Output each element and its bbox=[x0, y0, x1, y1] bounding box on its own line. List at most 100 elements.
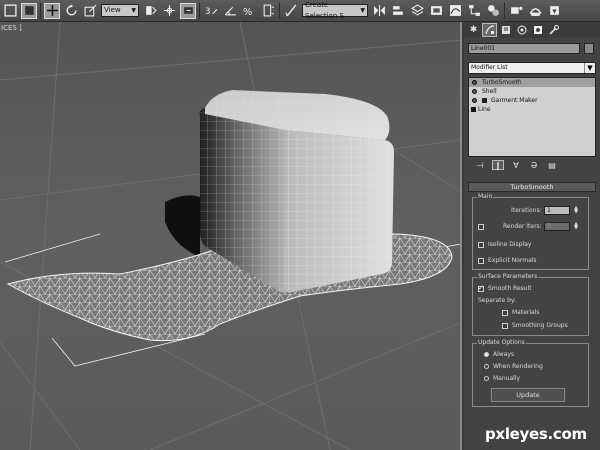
materials-checkbox[interactable] bbox=[502, 310, 508, 316]
named-selection-set-select[interactable]: Create Selection S ▼ bbox=[302, 1, 368, 20]
render-setup-icon[interactable] bbox=[508, 3, 524, 19]
show-end-result-icon[interactable]: ‖ bbox=[492, 160, 504, 170]
mirror-icon[interactable] bbox=[371, 3, 387, 19]
spinner-arrows-icon[interactable]: ▲ ▼ bbox=[573, 206, 579, 215]
graphite-modeling-tools-icon[interactable] bbox=[428, 3, 444, 19]
object-color-swatch[interactable] bbox=[584, 43, 594, 54]
modifier-stack-toolbar: ⊣ ‖ ∀ Ə ▤ bbox=[470, 158, 596, 172]
always-radio[interactable] bbox=[484, 352, 489, 357]
render-iters-spinner[interactable]: 0 bbox=[544, 222, 570, 231]
isoline-display-checkbox[interactable] bbox=[478, 242, 484, 248]
turbosmooth-rollout-header[interactable]: TurboSmooth bbox=[468, 182, 596, 192]
light-bulb-icon[interactable] bbox=[472, 98, 477, 103]
main-group-title: Main bbox=[477, 193, 494, 201]
always-label: Always bbox=[493, 351, 515, 358]
render-production-icon[interactable] bbox=[546, 3, 562, 19]
modifier-list-label: Modifier List bbox=[471, 64, 508, 71]
render-iters-checkbox[interactable] bbox=[478, 224, 484, 230]
perspective-viewport[interactable]: ICES ] bbox=[0, 22, 462, 450]
isoline-display-label: Isoline Display bbox=[488, 241, 532, 248]
toolbar-divider bbox=[279, 2, 280, 19]
percent-snap-icon[interactable]: % bbox=[241, 3, 257, 19]
select-region-icon[interactable] bbox=[21, 2, 37, 19]
toolbar-divider bbox=[504, 2, 505, 19]
command-panel-tabs: ✱ bbox=[464, 22, 600, 38]
viewport-label[interactable]: ICES ] bbox=[1, 24, 22, 32]
chevron-down-icon: ▼ bbox=[131, 7, 136, 14]
motion-tab-icon[interactable] bbox=[514, 23, 529, 37]
when-rendering-radio[interactable] bbox=[484, 364, 489, 369]
curve-editor-icon[interactable] bbox=[447, 3, 463, 19]
angle-snap-icon[interactable] bbox=[222, 3, 238, 19]
light-bulb-icon[interactable] bbox=[472, 80, 477, 85]
material-editor-icon[interactable] bbox=[485, 3, 501, 19]
chevron-down-icon: ▼ bbox=[584, 63, 595, 73]
spinner-snap-icon[interactable] bbox=[260, 3, 276, 19]
when-rendering-label: When Rendering bbox=[493, 363, 543, 370]
smooth-result-label: Smooth Result bbox=[488, 285, 532, 292]
layer-manager-icon[interactable] bbox=[409, 3, 425, 19]
hierarchy-tab-icon[interactable] bbox=[498, 23, 513, 37]
watermark: pxleyes.com bbox=[485, 425, 587, 443]
light-bulb-icon[interactable] bbox=[472, 89, 477, 94]
separate-by-label: Separate by: bbox=[478, 297, 517, 304]
stack-item-garment-maker[interactable]: Garment Maker bbox=[469, 96, 595, 105]
viewport-scene bbox=[0, 22, 460, 450]
stack-item-line[interactable]: Line bbox=[469, 105, 595, 114]
smoothing-groups-label: Smoothing Groups bbox=[512, 322, 568, 329]
reference-coordinate-value: View bbox=[104, 6, 121, 14]
edit-named-selection-icon[interactable] bbox=[283, 3, 299, 19]
create-tab-icon[interactable]: ✱ bbox=[466, 23, 481, 37]
stack-item-label: Shell bbox=[482, 88, 497, 95]
svg-text:3: 3 bbox=[205, 7, 211, 17]
toolbar-divider bbox=[40, 2, 41, 19]
iterations-spinner[interactable]: 1 bbox=[544, 206, 570, 215]
snaps-toggle-icon[interactable]: 3 bbox=[203, 3, 219, 19]
manually-label: Manually bbox=[493, 375, 521, 382]
align-icon[interactable] bbox=[390, 3, 406, 19]
stack-item-turbosmooth[interactable]: TurboSmooth bbox=[469, 78, 595, 87]
reference-coordinate-select[interactable]: View ▼ bbox=[101, 4, 139, 17]
explicit-normals-label: Explicit Normals bbox=[488, 257, 537, 264]
main-toolbar: View ▼ 3 % Create Selection S ▼ bbox=[0, 0, 600, 22]
update-button[interactable]: Update bbox=[491, 388, 565, 402]
spinner-arrows-icon[interactable]: ▲ ▼ bbox=[573, 222, 579, 231]
render-iters-label: Render Iters: bbox=[503, 223, 542, 230]
stack-item-label: TurboSmooth bbox=[482, 79, 522, 86]
display-tab-icon[interactable] bbox=[530, 23, 545, 37]
select-and-manipulate-icon[interactable] bbox=[161, 3, 177, 19]
stack-item-label: Garment Maker bbox=[491, 97, 538, 104]
smooth-result-checkbox[interactable] bbox=[478, 284, 484, 292]
scale-icon[interactable] bbox=[82, 3, 98, 19]
expand-plus-icon[interactable] bbox=[482, 98, 487, 103]
svg-text:%: % bbox=[243, 7, 252, 17]
modifier-list-dropdown[interactable]: Modifier List ▼ bbox=[468, 62, 596, 74]
pin-stack-icon[interactable]: ⊣ bbox=[474, 160, 486, 170]
select-object-icon[interactable] bbox=[2, 3, 18, 19]
toolbar-divider bbox=[199, 2, 200, 19]
explicit-normals-checkbox[interactable] bbox=[478, 258, 484, 264]
pivot-center-icon[interactable] bbox=[142, 3, 158, 19]
smoothing-groups-checkbox[interactable] bbox=[502, 323, 508, 329]
manually-radio[interactable] bbox=[484, 376, 489, 381]
expand-plus-icon[interactable] bbox=[471, 107, 476, 112]
make-unique-icon[interactable]: ∀ bbox=[510, 160, 522, 170]
move-icon[interactable] bbox=[44, 2, 60, 19]
iterations-label: Iterations: bbox=[511, 207, 542, 214]
configure-modifier-sets-icon[interactable]: ▤ bbox=[546, 160, 558, 170]
utilities-tab-icon[interactable] bbox=[546, 23, 561, 37]
surface-parameters-title: Surface Parameters bbox=[477, 273, 539, 281]
stack-item-shell[interactable]: Shell bbox=[469, 87, 595, 96]
schematic-view-icon[interactable] bbox=[466, 3, 482, 19]
materials-label: Materials bbox=[512, 309, 540, 316]
object-name-field[interactable]: Line001 bbox=[468, 43, 580, 54]
modifier-stack: TurboSmooth Shell Garment Maker Line bbox=[468, 77, 596, 157]
named-selection-set-value: Create Selection S bbox=[305, 0, 344, 20]
remove-modifier-icon[interactable]: Ə bbox=[528, 160, 540, 170]
rotate-icon[interactable] bbox=[63, 3, 79, 19]
rendered-frame-window-icon[interactable] bbox=[527, 3, 543, 19]
keyboard-shortcut-toggle-icon[interactable] bbox=[180, 2, 196, 19]
stack-item-label: Line bbox=[478, 106, 491, 113]
chevron-down-icon: ▼ bbox=[360, 7, 365, 14]
modify-tab-icon[interactable] bbox=[482, 23, 497, 37]
